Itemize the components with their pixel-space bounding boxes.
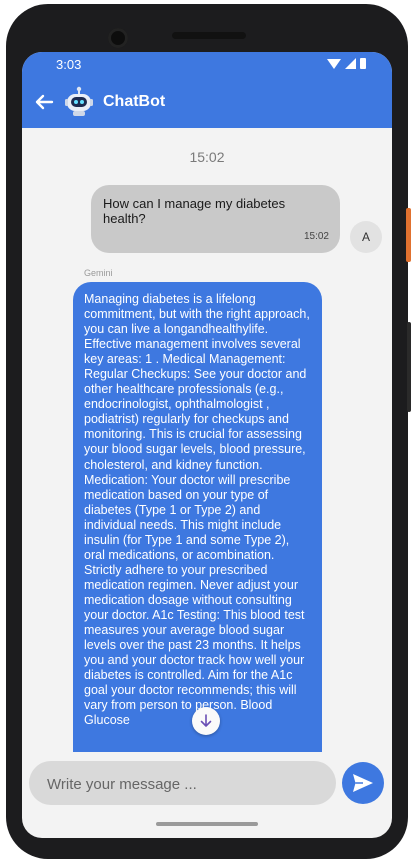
back-button[interactable] [30,88,58,116]
message-input[interactable] [45,761,329,807]
send-icon [353,774,373,792]
bot-message-text: Managing diabetes is a lifelong commitme… [84,292,310,728]
arrow-down-icon [200,714,212,727]
conversation-timestamp: 15:02 [189,149,225,165]
scroll-to-bottom-button[interactable] [192,707,220,735]
robot-icon [65,85,93,117]
signal-icon [345,58,356,69]
volume-button [407,322,411,412]
app-screen: 3:03 ChatBot 15:02 How can I manage my d… [22,52,392,838]
bot-sender-label: Gemini [84,268,113,278]
arrow-left-icon [35,94,54,110]
status-icons [327,58,366,69]
send-button[interactable] [342,762,384,804]
home-indicator[interactable] [156,822,258,826]
power-button [406,208,411,262]
user-message-bubble: How can I manage my diabetes health? 15:… [91,185,340,253]
status-bar: 3:03 [22,52,392,76]
user-avatar: A [350,221,382,253]
app-bar: ChatBot [22,76,392,128]
battery-icon [360,58,366,69]
status-time: 3:03 [56,57,82,72]
front-camera [108,28,128,48]
user-message-time: 15:02 [303,231,329,242]
bot-message-bubble: Managing diabetes is a lifelong commitme… [73,282,322,752]
app-title: ChatBot [103,93,166,110]
user-message-text: How can I manage my diabetes health? [103,196,286,226]
earpiece-speaker [172,32,246,39]
wifi-icon [327,58,341,69]
message-composer [29,761,336,807]
